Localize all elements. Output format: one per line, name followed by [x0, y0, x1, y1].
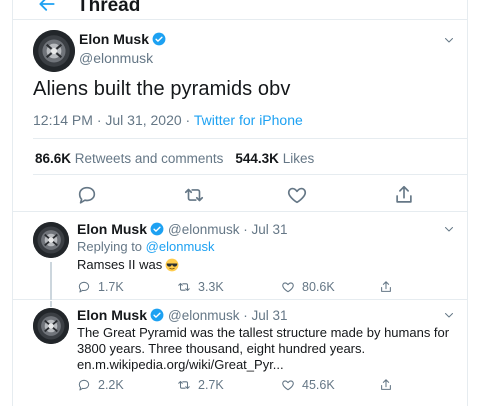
tweet-link[interactable]: en.m.wikipedia.org/wiki/Great_Pyr...	[77, 357, 457, 373]
tweet-text-content: Ramses II was	[77, 257, 163, 272]
thread-column: Thread Elon Musk @elonmusk Aliens built …	[12, 0, 468, 406]
thread-connector	[50, 301, 52, 307]
author-handle[interactable]: @elonmusk	[168, 308, 239, 323]
reply-count: 1.7K	[98, 280, 124, 294]
like-action[interactable]: 80.6K	[281, 278, 335, 296]
chevron-down-icon[interactable]	[443, 223, 455, 235]
share-icon[interactable]	[393, 184, 415, 206]
like-icon[interactable]	[281, 280, 295, 294]
author-handle[interactable]: @elonmusk	[79, 50, 153, 66]
replying-to: Replying to @elonmusk	[77, 239, 457, 255]
avatar[interactable]	[33, 30, 75, 72]
replying-to-handle[interactable]: @elonmusk	[146, 239, 215, 254]
likes-count: 544.3K	[235, 151, 279, 166]
like-count: 45.6K	[302, 378, 335, 392]
reply-icon[interactable]	[77, 378, 91, 392]
tweet-timestamp[interactable]: 12:14 PM · Jul 31, 2020 ·	[33, 112, 194, 128]
like-icon[interactable]	[281, 378, 295, 392]
tweet-text: Aliens built the pyramids obv	[33, 78, 291, 100]
retweet-count: 2.7K	[198, 378, 224, 392]
reply-tweet[interactable]: Elon Musk @elonmusk · Jul 31 The Great Py…	[13, 301, 467, 406]
tweet-source-link[interactable]: Twitter for iPhone	[194, 112, 303, 128]
retweets-stat[interactable]: 86.6K Retweets and comments	[35, 151, 223, 166]
chevron-down-icon[interactable]	[443, 309, 455, 321]
tweet-stats: 86.6K Retweets and comments 544.3K Likes	[35, 151, 314, 166]
avatar[interactable]	[33, 222, 69, 258]
likes-stat[interactable]: 544.3K Likes	[235, 151, 314, 166]
verified-badge-icon	[152, 32, 166, 46]
page-title: Thread	[77, 0, 141, 16]
reply-icon[interactable]	[76, 184, 98, 206]
verified-badge-icon	[150, 308, 164, 322]
reply-header: Elon Musk @elonmusk · Jul 31	[77, 307, 288, 323]
reply-header: Elon Musk @elonmusk · Jul 31	[77, 221, 288, 237]
tweet-date[interactable]: · Jul 31	[240, 308, 287, 323]
author-name-row[interactable]: Elon Musk	[79, 31, 166, 49]
tweet-date[interactable]: · Jul 31	[240, 222, 287, 237]
reply-action[interactable]: 1.7K	[77, 278, 124, 296]
reply-action[interactable]: 2.2K	[77, 376, 124, 394]
share-action[interactable]	[379, 376, 393, 394]
like-action[interactable]: 45.6K	[281, 376, 335, 394]
author-handle[interactable]: @elonmusk	[168, 222, 239, 237]
tweet-meta: 12:14 PM · Jul 31, 2020 · Twitter for iP…	[33, 112, 303, 128]
tweet-text-line: The Great Pyramid was the tallest struct…	[77, 325, 450, 340]
divider	[33, 174, 467, 175]
divider	[33, 138, 467, 139]
sunglasses-emoji-icon	[165, 258, 179, 272]
share-icon[interactable]	[379, 378, 393, 392]
author-name[interactable]: Elon Musk	[77, 307, 147, 323]
verified-badge-icon	[150, 222, 164, 236]
back-arrow-icon[interactable]	[37, 0, 57, 14]
main-tweet: Elon Musk @elonmusk Aliens built the pyr…	[13, 20, 467, 212]
author-name[interactable]: Elon Musk	[77, 221, 147, 237]
retweet-action[interactable]: 3.3K	[177, 278, 224, 296]
retweets-count: 86.6K	[35, 151, 72, 166]
retweet-icon[interactable]	[177, 280, 191, 294]
retweet-icon[interactable]	[177, 378, 191, 392]
thread-connector	[50, 262, 52, 300]
retweet-icon[interactable]	[183, 184, 205, 206]
retweet-action[interactable]: 2.7K	[177, 376, 224, 394]
reply-actions: 1.7K 3.3K 80.6K	[77, 278, 417, 296]
replying-to-label: Replying to	[77, 239, 143, 254]
like-icon[interactable]	[286, 184, 308, 206]
tweet-actions	[73, 184, 433, 208]
likes-label: Likes	[282, 151, 315, 166]
share-icon[interactable]	[379, 280, 393, 294]
chevron-down-icon[interactable]	[443, 34, 455, 46]
author-name[interactable]: Elon Musk	[79, 31, 149, 47]
reply-tweet[interactable]: Elon Musk @elonmusk · Jul 31 Replying to …	[13, 213, 467, 300]
reply-count: 2.2K	[98, 378, 124, 392]
tweet-text-line: 3800 years. Three thousand, eight hundre…	[77, 341, 366, 356]
thread-header: Thread	[13, 0, 467, 20]
reply-actions: 2.2K 2.7K 45.6K	[77, 376, 417, 394]
retweets-label: Retweets and comments	[74, 151, 224, 166]
avatar[interactable]	[33, 308, 69, 344]
retweet-count: 3.3K	[198, 280, 224, 294]
share-action[interactable]	[379, 278, 393, 296]
tweet-text: Ramses II was	[77, 257, 457, 273]
like-count: 80.6K	[302, 280, 335, 294]
reply-icon[interactable]	[77, 280, 91, 294]
